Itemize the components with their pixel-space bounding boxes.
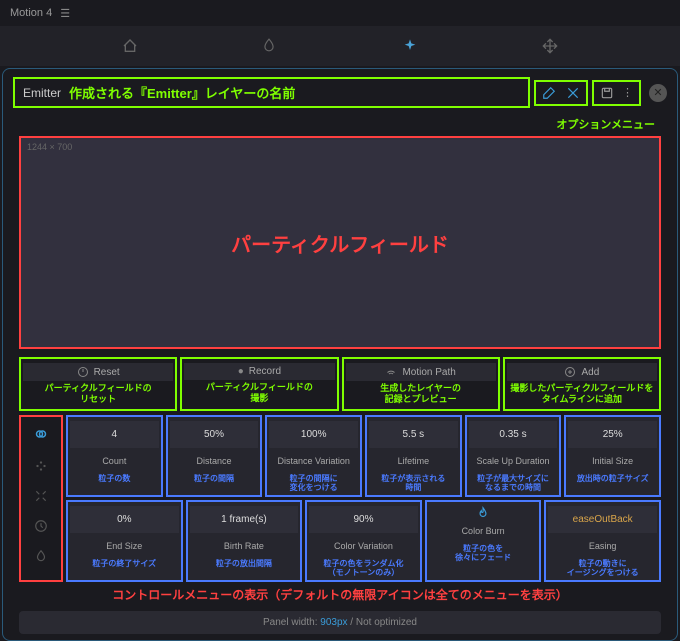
param-annotation: 粒子の放出間隔 — [190, 559, 299, 569]
add-annotation: 撮影したパーティクルフィールドをタイムラインに追加 — [507, 383, 657, 405]
hamburger-icon[interactable]: ☰ — [60, 7, 70, 20]
param-name: Initial Size — [568, 452, 657, 472]
app-titlebar: Motion 4 ☰ — [0, 0, 680, 26]
reset-annotation: パーティクルフィールドのリセット — [23, 383, 173, 405]
record-icon: ● — [238, 366, 244, 377]
reset-cell: Reset パーティクルフィールドのリセット — [19, 357, 177, 411]
action-buttons-row: Reset パーティクルフィールドのリセット ● Record パーティクルフィ… — [5, 357, 675, 411]
sparkle-icon[interactable] — [402, 38, 418, 54]
main-panel: Emitter 作成される『Emitter』レイヤーの名前 ⋮ ✕ オプションメ… — [2, 68, 678, 641]
drop-icon[interactable] — [262, 38, 278, 54]
emitter-name-box: Emitter 作成される『Emitter』レイヤーの名前 — [13, 77, 530, 108]
param-cell: easeOutBack Easing 粒子の動きにイージングをつける — [544, 500, 661, 582]
param-annotation: 放出時の粒子サイズ — [568, 474, 657, 484]
header-save-group: ⋮ — [592, 80, 641, 106]
param-cell: 90% Color Variation 粒子の色をランダム化（モノトーンのみ） — [305, 500, 422, 582]
param-cell: 0% End Size 粒子の終了サイズ — [66, 500, 183, 582]
param-value[interactable]: 25% — [568, 421, 657, 448]
params-grid: 4 Count 粒子の数 50% Distance 粒子の間隔 100% Distance V… — [66, 415, 661, 582]
param-annotation: 粒子の色をランダム化（モノトーンのみ） — [309, 559, 418, 578]
droplet-icon[interactable] — [34, 549, 48, 563]
record-annotation: パーティクルフィールドの撮影 — [184, 382, 334, 404]
param-cell: 4 Count 粒子の数 — [66, 415, 163, 497]
param-annotation: 粒子の間隔に変化をつける — [269, 474, 358, 493]
shuffle-icon[interactable] — [566, 86, 580, 100]
param-cell: 0.35 s Scale Up Duration 粒子が最大サイズになるまでの時間 — [465, 415, 562, 497]
param-annotation: 粒子の終了サイズ — [70, 559, 179, 569]
param-annotation: 粒子の色を徐々にフェード — [429, 544, 538, 563]
param-value[interactable]: easeOutBack — [548, 506, 657, 533]
panel-footer: Panel width: 903px / Not optimized — [19, 611, 661, 634]
infinity-icon[interactable] — [32, 425, 50, 443]
footer-width: 903px — [320, 617, 347, 628]
param-annotation: 粒子の間隔 — [170, 474, 259, 484]
power-icon — [77, 366, 89, 378]
tab-column — [19, 415, 63, 582]
motion-path-annotation: 生成したレイヤーの記録とプレビュー — [346, 383, 496, 405]
param-name: Birth Rate — [190, 537, 299, 557]
panel-header: Emitter 作成される『Emitter』レイヤーの名前 ⋮ ✕ — [5, 71, 675, 114]
motion-path-cell: Motion Path 生成したレイヤーの記録とプレビュー — [342, 357, 500, 411]
param-value[interactable]: 4 — [70, 421, 159, 448]
param-name: End Size — [70, 537, 179, 557]
add-button[interactable]: Add — [507, 363, 657, 381]
brush-icon[interactable] — [542, 86, 556, 100]
record-button[interactable]: ● Record — [184, 363, 334, 380]
more-icon[interactable]: ⋮ — [622, 86, 633, 99]
param-cell: 25% Initial Size 放出時の粒子サイズ — [564, 415, 661, 497]
emitter-annotation: 作成される『Emitter』レイヤーの名前 — [69, 83, 295, 102]
param-annotation: 粒子が表示される時間 — [369, 474, 458, 493]
param-cell: 50% Distance 粒子の間隔 — [166, 415, 263, 497]
param-value[interactable]: 1 frame(s) — [190, 506, 299, 533]
param-name: Easing — [548, 537, 657, 557]
param-name: Distance Variation — [269, 452, 358, 472]
param-name: Distance — [170, 452, 259, 472]
add-cell: Add 撮影したパーティクルフィールドをタイムラインに追加 — [503, 357, 661, 411]
flame-icon — [429, 506, 538, 520]
home-icon[interactable] — [122, 38, 138, 54]
close-button[interactable]: ✕ — [649, 84, 667, 102]
clock-icon[interactable] — [34, 519, 48, 533]
plus-circle-icon — [564, 366, 576, 378]
canvas-title-annotation: パーティクルフィールド — [231, 228, 449, 257]
expand-icon[interactable] — [34, 489, 48, 503]
tab-column-annotation: コントロールメニューの表示（デフォルトの無限アイコンは全てのメニューを表示） — [5, 582, 675, 607]
param-annotation: 粒子の数 — [70, 474, 159, 484]
param-annotation: 粒子の動きにイージングをつける — [548, 559, 657, 578]
controls-row: 4 Count 粒子の数 50% Distance 粒子の間隔 100% Distance V… — [5, 415, 675, 582]
param-name: Lifetime — [369, 452, 458, 472]
param-name: Scale Up Duration — [469, 452, 558, 472]
param-value[interactable]: 5.5 s — [369, 421, 458, 448]
param-value[interactable]: 100% — [269, 421, 358, 448]
header-tools-group — [534, 80, 588, 106]
param-cell: Color Burn 粒子の色を徐々にフェード — [425, 500, 542, 582]
move-icon[interactable] — [542, 38, 558, 54]
param-value[interactable]: 0.35 s — [469, 421, 558, 448]
app-title: Motion 4 — [10, 7, 52, 19]
param-cell: 100% Distance Variation 粒子の間隔に変化をつける — [265, 415, 362, 497]
param-value[interactable]: 90% — [309, 506, 418, 533]
motion-path-button[interactable]: Motion Path — [346, 363, 496, 381]
params-row-2: 0% End Size 粒子の終了サイズ 1 frame(s) Birth Rate 粒子… — [66, 500, 661, 582]
params-row-1: 4 Count 粒子の数 50% Distance 粒子の間隔 100% Distance V… — [66, 415, 661, 497]
canvas-dimensions: 1244 × 700 — [27, 142, 72, 152]
param-value[interactable]: 0% — [70, 506, 179, 533]
param-annotation: 粒子が最大サイズになるまでの時間 — [469, 474, 558, 493]
param-name: Count — [70, 452, 159, 472]
param-cell: 1 frame(s) Birth Rate 粒子の放出間隔 — [186, 500, 303, 582]
dots-icon[interactable] — [34, 459, 48, 473]
option-menu-annotation: オプションメニュー — [5, 116, 675, 132]
save-icon[interactable] — [600, 86, 614, 100]
emitter-name[interactable]: Emitter — [23, 86, 61, 100]
top-icon-strip — [0, 26, 680, 66]
param-cell: 5.5 s Lifetime 粒子が表示される時間 — [365, 415, 462, 497]
particle-canvas[interactable]: 1244 × 700 パーティクルフィールド — [19, 136, 661, 349]
reset-button[interactable]: Reset — [23, 363, 173, 381]
param-name: Color Burn — [429, 522, 538, 542]
wifi-icon — [385, 366, 397, 378]
record-cell: ● Record パーティクルフィールドの撮影 — [180, 357, 338, 411]
param-name: Color Variation — [309, 537, 418, 557]
param-value[interactable]: 50% — [170, 421, 259, 448]
